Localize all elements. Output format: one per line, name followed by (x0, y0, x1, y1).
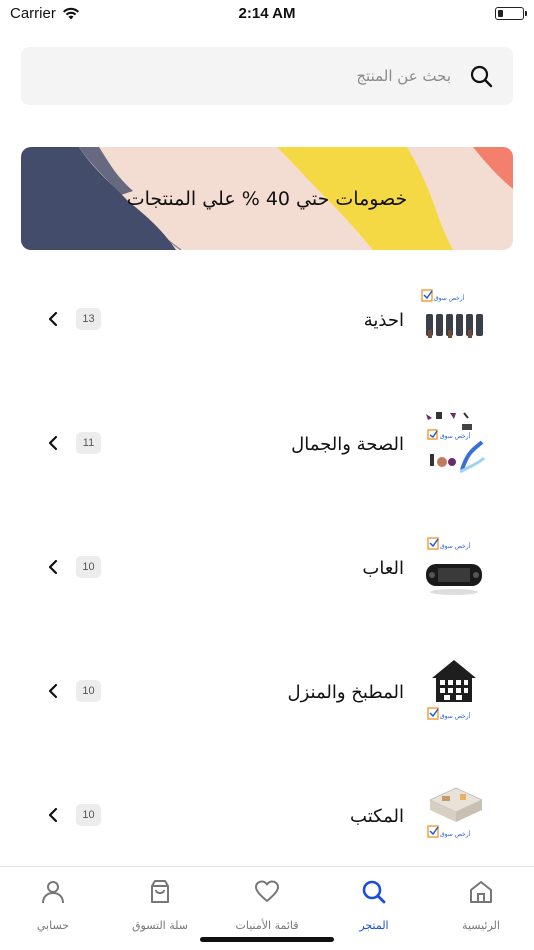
category-name: احذية (363, 309, 404, 331)
shopping-bag-icon (151, 880, 169, 903)
tab-cart[interactable]: سلة التسوق (107, 867, 213, 950)
tab-home[interactable]: الرئيسية (428, 867, 534, 950)
tab-account[interactable]: حسابي (0, 867, 106, 950)
category-name: المكتب (350, 805, 404, 827)
search-input[interactable] (71, 47, 451, 105)
category-row-office[interactable]: أرخص سوق المكتب 10 (0, 754, 534, 878)
tab-store[interactable]: المتجر (321, 867, 427, 950)
user-icon (42, 881, 64, 904)
category-count-badge: 10 (76, 556, 101, 578)
battery-level (497, 9, 504, 17)
beauty-thumbnail: أرخص سوق (426, 412, 486, 474)
promo-banner[interactable]: خصومات حتي 40 % علي المنتجات (21, 147, 513, 250)
status-bar: Carrier 2:14 AM (0, 0, 534, 28)
category-name: المطبخ والمنزل (287, 681, 404, 703)
kitchen-home-thumbnail: أرخص سوق (427, 660, 476, 720)
chevron-left-icon[interactable] (46, 807, 60, 823)
svg-text:أرخص سوق: أرخص سوق (440, 432, 471, 440)
tab-label: الرئيسية (462, 919, 500, 932)
search-bar[interactable] (21, 47, 513, 105)
heart-icon (255, 880, 279, 902)
battery-icon (495, 7, 527, 20)
category-count-badge: 10 (76, 680, 101, 702)
category-row-beauty[interactable]: أرخص سوق الصحة والجمال 11 (0, 382, 534, 506)
category-count-badge: 11 (76, 432, 101, 454)
category-count-badge: 10 (76, 804, 101, 826)
tab-label: المتجر (359, 919, 389, 932)
chevron-left-icon[interactable] (46, 435, 60, 451)
search-icon (362, 880, 386, 904)
tab-label: قائمة الأمنيات (235, 919, 299, 932)
svg-text:أرخص سوق: أرخص سوق (440, 830, 471, 838)
svg-text:أرخص سوق: أرخص سوق (440, 542, 471, 550)
chevron-left-icon[interactable] (46, 311, 60, 327)
category-row-games[interactable]: أرخص سوق العاب 10 (0, 506, 534, 630)
office-thumbnail: أرخص سوق (427, 787, 483, 838)
promo-text: خصومات حتي 40 % علي المنتجات (126, 187, 408, 210)
games-thumbnail: أرخص سوق (426, 537, 482, 595)
category-count-badge: 13 (76, 308, 101, 330)
clock: 2:14 AM (238, 5, 296, 22)
chevron-left-icon[interactable] (46, 683, 60, 699)
tab-label: سلة التسوق (131, 919, 188, 932)
search-icon[interactable] (469, 64, 493, 88)
svg-text:أرخص سوق: أرخص سوق (440, 712, 471, 720)
home-icon (470, 881, 492, 903)
category-row-kitchen-home[interactable]: أرخص سوق المطبخ والمنزل 10 (0, 630, 534, 754)
shoes-thumbnail: أرخص سوق (421, 289, 483, 338)
tab-label: حسابي (36, 919, 70, 932)
category-row-shoes[interactable]: أرخص سوق احذية 13 (0, 258, 534, 382)
svg-text:أرخص سوق: أرخص سوق (434, 294, 465, 302)
category-name: الصحة والجمال (291, 433, 404, 455)
category-name: العاب (362, 557, 404, 579)
chevron-left-icon[interactable] (46, 559, 60, 575)
home-indicator (200, 937, 334, 942)
